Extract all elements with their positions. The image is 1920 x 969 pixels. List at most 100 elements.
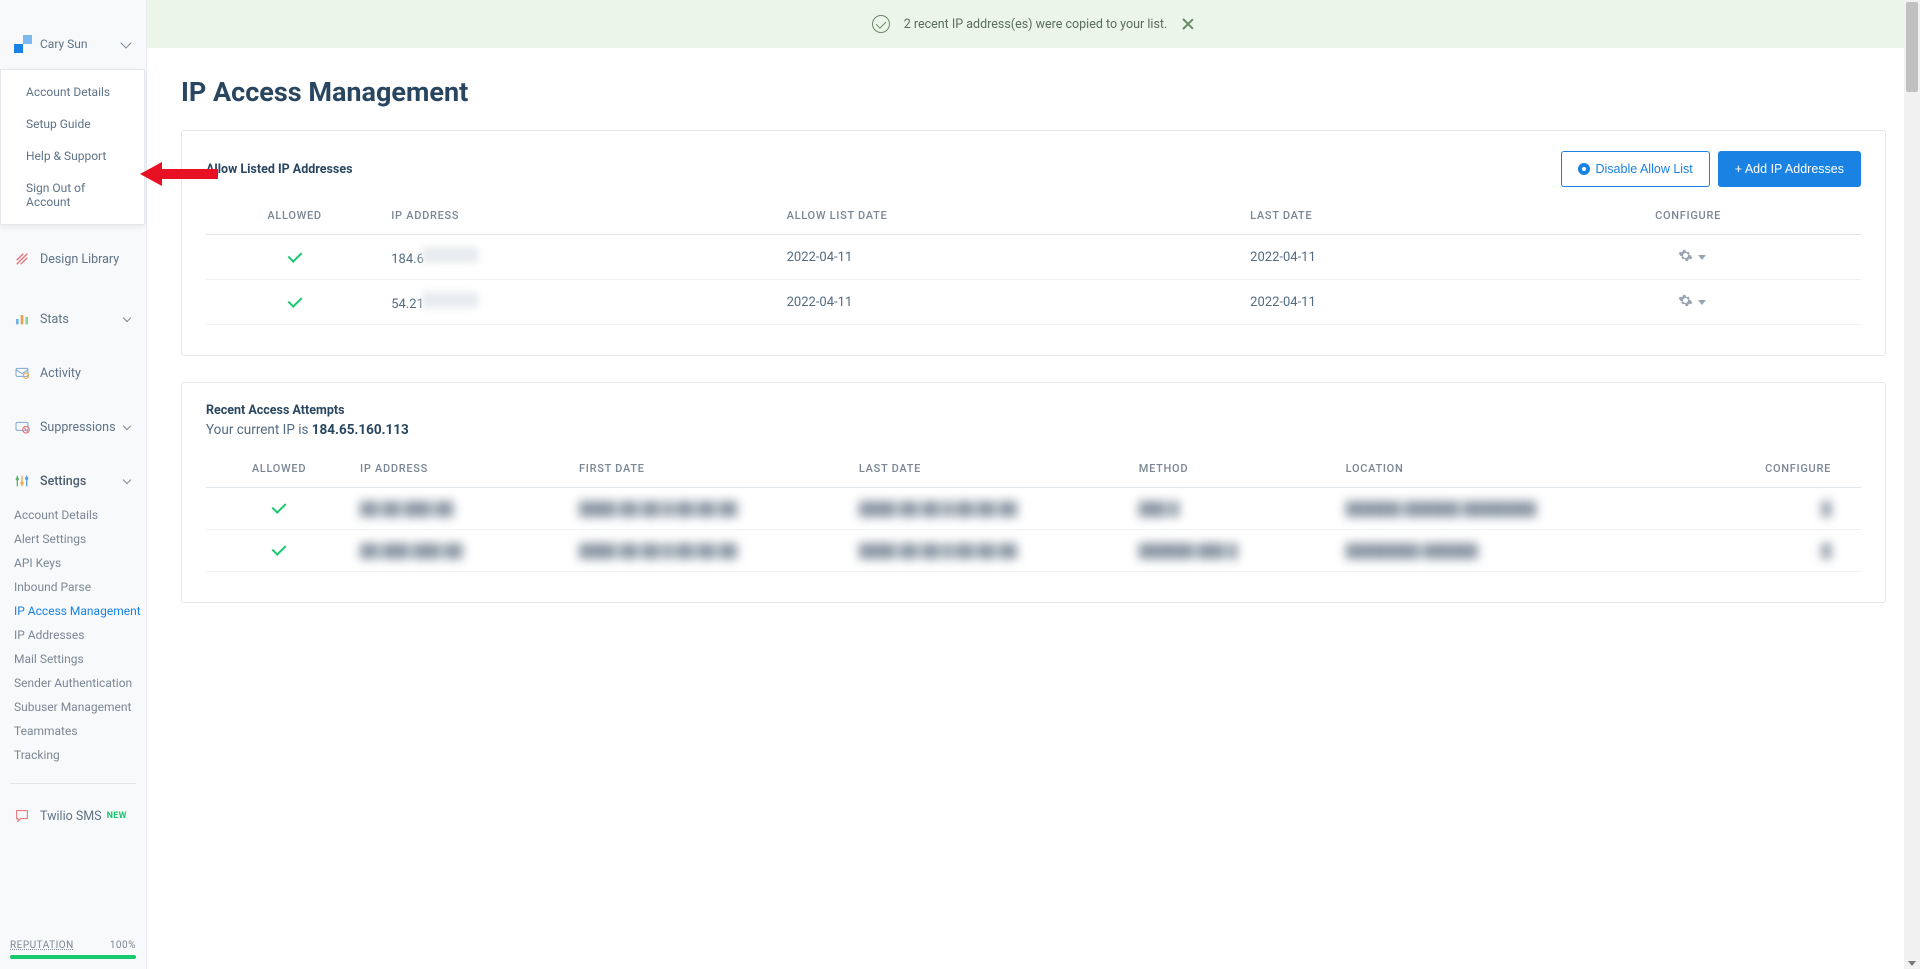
settings-icon bbox=[14, 473, 30, 489]
account-switcher[interactable]: Cary Sun bbox=[0, 25, 146, 63]
dropdown-sign-out[interactable]: Sign Out of Account bbox=[1, 172, 144, 218]
ip-prefix: 54.21 bbox=[391, 297, 424, 312]
account-dropdown: Account Details Setup Guide Help & Suppo… bbox=[0, 69, 145, 225]
sub-account-details[interactable]: Account Details bbox=[10, 503, 146, 527]
card-title: Recent Access Attempts bbox=[206, 403, 1861, 418]
col-allowed: ALLOWED bbox=[206, 195, 383, 235]
scrollbar[interactable] bbox=[1904, 0, 1920, 969]
sub-mail-settings[interactable]: Mail Settings bbox=[10, 647, 146, 671]
nav-label: Activity bbox=[40, 366, 81, 381]
last-date: 2022-04-11 bbox=[1242, 280, 1569, 325]
chevron-down-icon bbox=[120, 37, 131, 48]
first-date-redacted: ████-██-██ █:██:██ ██ bbox=[579, 544, 737, 559]
settings-subitems: Account Details Alert Settings API Keys … bbox=[0, 501, 146, 771]
gear-icon bbox=[1678, 248, 1693, 267]
close-icon[interactable] bbox=[1181, 17, 1195, 31]
ip-redacted: ██.███.███.██ bbox=[360, 544, 462, 559]
sub-alert-settings[interactable]: Alert Settings bbox=[10, 527, 146, 551]
current-ip-text: Your current IP is 184.65.160.113 bbox=[206, 422, 1861, 438]
account-name: Cary Sun bbox=[40, 37, 122, 51]
table-row: 184.6 2022-04-11 2022-04-11 bbox=[206, 235, 1861, 280]
method-redacted: ██████ ███ █ bbox=[1139, 544, 1238, 559]
table-row: 54.21 2022-04-11 2022-04-11 bbox=[206, 280, 1861, 325]
sidebar: Cary Sun Account Details Setup Guide Hel… bbox=[0, 0, 147, 969]
col-location: LOCATION bbox=[1338, 448, 1679, 488]
ip-redacted bbox=[422, 247, 478, 263]
check-icon bbox=[272, 499, 287, 514]
nav-design-library[interactable]: Design Library bbox=[0, 239, 146, 279]
col-first-date: FIRST DATE bbox=[571, 448, 851, 488]
brand-logo-icon bbox=[14, 35, 32, 53]
add-ip-addresses-button[interactable]: + Add IP Addresses bbox=[1718, 151, 1861, 187]
activity-icon bbox=[14, 365, 30, 381]
main-content: 2 recent IP address(es) were copied to y… bbox=[147, 0, 1920, 969]
sub-tracking[interactable]: Tracking bbox=[10, 743, 146, 767]
sub-ip-addresses[interactable]: IP Addresses bbox=[10, 623, 146, 647]
suppressions-icon bbox=[14, 419, 30, 435]
dropdown-help-support[interactable]: Help & Support bbox=[1, 140, 144, 172]
allow-list-table: ALLOWED IP ADDRESS ALLOW LIST DATE LAST … bbox=[206, 195, 1861, 325]
ip-redacted bbox=[422, 292, 478, 308]
sub-inbound-parse[interactable]: Inbound Parse bbox=[10, 575, 146, 599]
sub-sender-authentication[interactable]: Sender Authentication bbox=[10, 671, 146, 695]
nav-label: Twilio SMS bbox=[40, 809, 102, 824]
col-last-date: LAST DATE bbox=[1242, 195, 1569, 235]
configure-redacted: █ bbox=[1822, 502, 1831, 517]
new-badge: NEW bbox=[107, 811, 127, 821]
sub-api-keys[interactable]: API Keys bbox=[10, 551, 146, 575]
reputation-widget: REPUTATION 100% bbox=[0, 930, 146, 969]
col-allowed: ALLOWED bbox=[206, 448, 352, 488]
disable-allow-list-button[interactable]: Disable Allow List bbox=[1561, 151, 1710, 187]
scrollbar-thumb[interactable] bbox=[1906, 2, 1918, 92]
caret-down-icon bbox=[1698, 300, 1706, 305]
table-row: ██.██.███.██ ████-██-██ █:██:██ ██ ████-… bbox=[206, 488, 1861, 530]
nav-stats[interactable]: Stats bbox=[0, 299, 146, 339]
col-method: METHOD bbox=[1131, 448, 1338, 488]
configure-menu[interactable] bbox=[1678, 248, 1706, 267]
table-row: ██.███.███.██ ████-██-██ █:██:██ ██ ████… bbox=[206, 530, 1861, 572]
check-icon bbox=[287, 248, 302, 263]
col-configure: CONFIGURE bbox=[1569, 195, 1861, 235]
nav-label: Stats bbox=[40, 312, 69, 327]
col-ip: IP ADDRESS bbox=[383, 195, 778, 235]
card-title: Allow Listed IP Addresses bbox=[206, 162, 353, 177]
col-configure: CONFIGURE bbox=[1678, 448, 1861, 488]
nav-twilio-sms[interactable]: Twilio SMS NEW bbox=[0, 796, 146, 836]
nav-label: Suppressions bbox=[40, 420, 116, 435]
reputation-label: REPUTATION bbox=[10, 940, 74, 951]
last-date-redacted: ████-██-██ █:██:██ ██ bbox=[859, 544, 1017, 559]
nav-settings[interactable]: Settings bbox=[0, 461, 146, 501]
reputation-value: 100% bbox=[110, 940, 136, 951]
ip-prefix: 184.6 bbox=[391, 252, 424, 267]
dropdown-setup-guide[interactable]: Setup Guide bbox=[1, 108, 144, 140]
check-icon bbox=[272, 541, 287, 556]
ip-redacted: ██.██.███.██ bbox=[360, 502, 453, 517]
configure-menu[interactable] bbox=[1678, 293, 1706, 312]
sub-ip-access-management[interactable]: IP Access Management bbox=[10, 599, 146, 623]
col-allow-date: ALLOW LIST DATE bbox=[779, 195, 1243, 235]
reputation-bar bbox=[10, 955, 136, 959]
sub-subuser-management[interactable]: Subuser Management bbox=[10, 695, 146, 719]
allow-date: 2022-04-11 bbox=[779, 235, 1243, 280]
nav-label: Design Library bbox=[40, 252, 119, 267]
recent-access-card: Recent Access Attempts Your current IP i… bbox=[181, 382, 1886, 603]
configure-redacted: █ bbox=[1822, 544, 1831, 559]
dropdown-account-details[interactable]: Account Details bbox=[1, 76, 144, 108]
btn-label: + Add IP Addresses bbox=[1735, 162, 1844, 176]
chevron-down-icon bbox=[123, 421, 131, 429]
location-redacted: ████████ ██████ bbox=[1346, 544, 1478, 559]
last-date-redacted: ████-██-██ █:██:██ ██ bbox=[859, 502, 1017, 517]
notification-banner: 2 recent IP address(es) were copied to y… bbox=[147, 0, 1920, 48]
sub-teammates[interactable]: Teammates bbox=[10, 719, 146, 743]
page-title: IP Access Management bbox=[181, 76, 1886, 108]
check-icon bbox=[287, 293, 302, 308]
allow-date: 2022-04-11 bbox=[779, 280, 1243, 325]
check-circle-icon bbox=[872, 15, 890, 33]
nav-activity[interactable]: Activity bbox=[0, 353, 146, 393]
scrollbar-arrow-down-icon[interactable] bbox=[1908, 961, 1916, 966]
recent-access-table: ALLOWED IP ADDRESS FIRST DATE LAST DATE … bbox=[206, 448, 1861, 572]
nav-suppressions[interactable]: Suppressions bbox=[0, 407, 146, 447]
btn-label: Disable Allow List bbox=[1596, 162, 1693, 176]
method-redacted: ███ █ bbox=[1139, 502, 1179, 517]
col-ip: IP ADDRESS bbox=[352, 448, 571, 488]
